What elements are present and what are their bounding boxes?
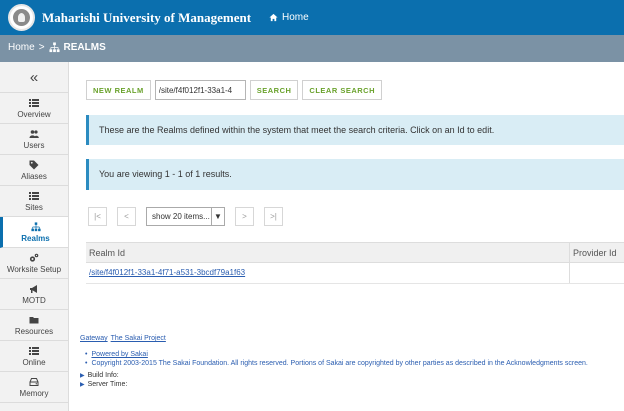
list-item: • Powered by Sakai — [85, 351, 624, 358]
realm-id-link[interactable]: /site/f4f012f1-33a1-4f71-a531-3bcdf79a1f… — [89, 268, 245, 277]
sidebar-item-memory[interactable]: Memory — [0, 372, 68, 403]
list-icon — [29, 346, 39, 355]
breadcrumb-bar: Home > REALMS — [0, 35, 624, 62]
sidebar-item-label: Resources — [14, 326, 54, 336]
list-icon — [29, 98, 39, 107]
last-page-button[interactable]: >| — [264, 207, 283, 226]
breadcrumb-current: REALMS — [63, 42, 106, 53]
gateway-link[interactable]: Gateway — [80, 335, 108, 342]
sidebar-item-label: Online — [22, 357, 46, 367]
search-button[interactable]: SEARCH — [249, 80, 299, 100]
breadcrumb: Home > REALMS — [8, 42, 106, 53]
expand-triangle-icon: ▶ — [80, 382, 85, 388]
sitemap-icon — [48, 42, 60, 53]
sidebar-item-worksite-setup[interactable]: Worksite Setup — [0, 248, 68, 279]
app-title[interactable]: Maharishi University of Management — [42, 10, 251, 26]
sakai-project-link[interactable]: The Sakai Project — [111, 335, 166, 342]
sitemap-icon — [30, 221, 41, 231]
breadcrumb-separator: > — [38, 42, 45, 53]
server-time-label: Server Time: — [87, 381, 128, 388]
sidebar-item-label: Aliases — [21, 171, 47, 181]
home-link-label: Home — [282, 12, 309, 23]
table-row: /site/f4f012f1-33a1-4f71-a531-3bcdf79a1f… — [86, 263, 624, 284]
sidebar-item-online[interactable]: Online — [0, 341, 68, 372]
collapse-sidebar-button[interactable]: « — [0, 62, 68, 93]
bullet-icon: • — [85, 360, 88, 367]
build-info-label: Build Info: — [87, 372, 119, 379]
sidebar-item-realms[interactable]: Realms — [0, 217, 68, 248]
info-message: These are the Realms defined within the … — [86, 115, 624, 145]
copyright-text: Copyright 2003-2015 The Sakai Foundation… — [91, 360, 588, 367]
tool-sidebar: « Overview Users Aliases Sites Realms Wo… — [0, 62, 69, 411]
realms-table: Realm Id Provider Id /site/f4f012f1-33a1… — [86, 242, 624, 284]
page-size-select[interactable]: show 20 items... ▼ — [146, 207, 225, 226]
next-page-button[interactable]: > — [235, 207, 254, 226]
breadcrumb-home[interactable]: Home — [8, 42, 35, 53]
university-logo[interactable] — [8, 4, 35, 31]
footer: Gateway The Sakai Project • Powered by Sa… — [80, 335, 624, 390]
sidebar-item-users[interactable]: Users — [0, 124, 68, 155]
sidebar-item-label: Users — [23, 140, 45, 150]
previous-page-button[interactable]: < — [117, 207, 136, 226]
pager: |< < show 20 items... ▼ > >| — [88, 207, 283, 226]
sidebar-item-overview[interactable]: Overview — [0, 93, 68, 124]
sidebar-item-motd[interactable]: MOTD — [0, 279, 68, 310]
new-realm-button[interactable]: NEW REALM — [86, 80, 151, 100]
build-info-toggle[interactable]: ▶ Build Info: — [80, 372, 624, 379]
server-time-toggle[interactable]: ▶ Server Time: — [80, 381, 624, 388]
page-size-value: show 20 items... — [152, 212, 210, 221]
sidebar-item-sites[interactable]: Sites — [0, 186, 68, 217]
sidebar-item-label: Memory — [19, 388, 49, 398]
expand-triangle-icon: ▶ — [80, 373, 85, 379]
hdd-icon — [29, 377, 39, 386]
results-message: You are viewing 1 - 1 of 1 results. — [86, 159, 624, 190]
footer-list: • Powered by Sakai • Copyright 2003-2015 T… — [85, 351, 624, 367]
folder-icon — [29, 316, 39, 323]
realm-id-header[interactable]: Realm Id — [86, 243, 570, 262]
sidebar-item-label: Overview — [17, 109, 51, 119]
bullet-icon: • — [85, 351, 88, 358]
powered-by-link[interactable]: Powered by Sakai — [91, 351, 147, 358]
users-icon — [29, 129, 39, 138]
sidebar-item-label: Worksite Setup — [6, 264, 62, 274]
home-icon — [269, 13, 278, 22]
home-link[interactable]: Home — [269, 12, 309, 23]
sidebar-item-aliases[interactable]: Aliases — [0, 155, 68, 186]
gears-icon — [29, 253, 39, 262]
sidebar-item-label: Sites — [25, 202, 43, 212]
chevron-down-icon: ▼ — [211, 208, 224, 225]
footer-links: Gateway The Sakai Project — [80, 335, 624, 342]
realm-id-cell: /site/f4f012f1-33a1-4f71-a531-3bcdf79a1f… — [86, 263, 570, 283]
list-icon — [29, 191, 39, 200]
first-page-button[interactable]: |< — [88, 207, 107, 226]
list-item: • Copyright 2003-2015 The Sakai Foundatio… — [85, 360, 624, 367]
provider-id-header[interactable]: Provider Id — [570, 243, 620, 262]
realm-toolbar: NEW REALM SEARCH CLEAR SEARCH — [86, 80, 383, 100]
sidebar-item-resources[interactable]: Resources — [0, 310, 68, 341]
clear-search-button[interactable]: CLEAR SEARCH — [302, 80, 383, 100]
megaphone-icon — [30, 284, 37, 293]
top-bar: Maharishi University of Management Home — [0, 0, 624, 35]
sidebar-item-label: Realms — [21, 233, 50, 243]
search-input[interactable] — [154, 80, 246, 100]
provider-id-cell — [570, 263, 576, 283]
tag-icon — [29, 160, 39, 169]
logo-emblem-icon — [13, 9, 30, 26]
table-header: Realm Id Provider Id — [86, 243, 624, 263]
sidebar-item-label: MOTD — [22, 295, 46, 305]
